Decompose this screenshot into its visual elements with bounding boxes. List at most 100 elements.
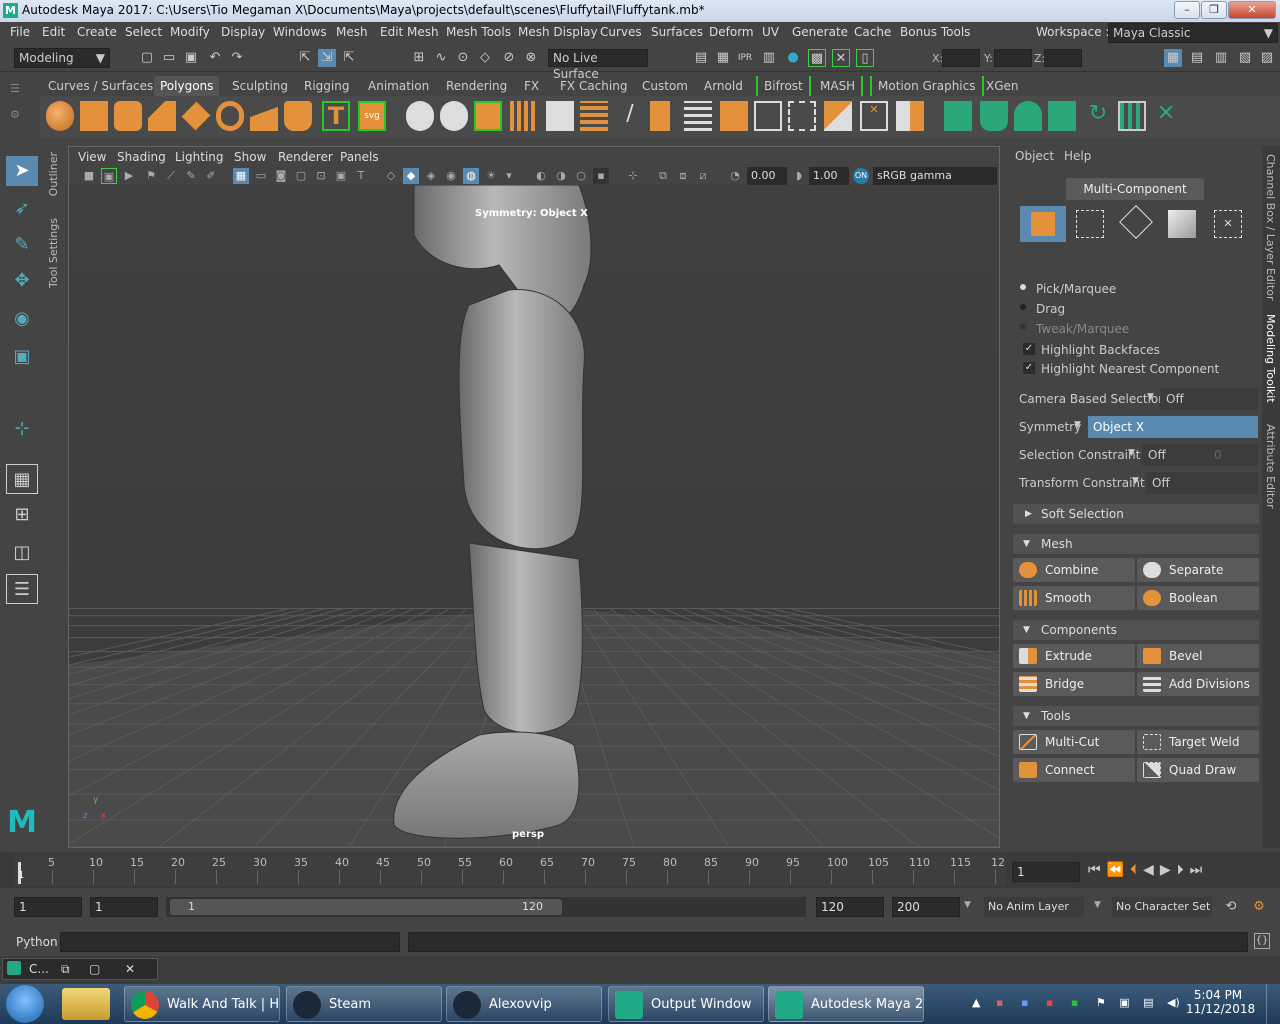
vp-menu-show[interactable]: Show [234,150,266,164]
menu-deform[interactable]: Deform [709,25,754,39]
smooth-shade-icon[interactable]: ◆ [403,168,419,184]
tab-fx[interactable]: FX [518,76,545,96]
snap-live-icon[interactable]: ⊗ [522,49,540,67]
show-desktop-button[interactable] [1266,984,1280,1024]
tab-custom[interactable]: Custom [636,76,694,96]
playback-start-field[interactable]: 1 [90,897,158,917]
clock[interactable]: 5:04 PM 11/12/2018 [1186,988,1255,1016]
outliner-layout-icon[interactable]: ☰ [6,574,38,604]
highlight-nearest-checkbox[interactable]: ✓ [1023,362,1035,374]
tray-app-1-icon[interactable]: ▪ [996,996,1003,1009]
soft-selection-section[interactable]: ▶ Soft Selection [1013,504,1259,524]
face-mode-icon[interactable] [1168,210,1196,238]
tab-curves-surfaces[interactable]: Curves / Surfaces [42,76,159,96]
menu-generate[interactable]: Generate [792,25,848,39]
channel-box-toggle-icon[interactable]: ▧ [1236,49,1254,67]
separate-button[interactable]: Separate [1137,558,1259,582]
smooth-shelf-icon[interactable] [510,101,538,131]
current-frame-field[interactable]: 1 [1012,862,1080,882]
menu-create[interactable]: Create [77,25,117,39]
snap-curve-icon[interactable]: ∿ [432,49,450,67]
tray-app-4-icon[interactable]: ▪ [1071,996,1078,1009]
add-divisions-button[interactable]: Add Divisions [1137,672,1259,696]
tab-sculpting[interactable]: Sculpting [226,76,294,96]
taskbar-maya[interactable]: Autodesk Maya 2... [768,986,924,1022]
character-set-dropdown-icon[interactable]: ▼ [1094,900,1101,910]
gamma-icon[interactable]: ◗ [791,168,807,184]
xray-icon[interactable]: ◐ [533,168,549,184]
menu-uv[interactable]: UV [762,25,779,39]
menu-modify[interactable]: Modify [170,25,210,39]
add-divisions-shelf-icon[interactable] [684,101,712,131]
uv-layout-shelf-icon[interactable]: ✕ [1152,101,1180,131]
default-lighting-icon[interactable]: ◍ [463,168,479,184]
vp-menu-panels[interactable]: Panels [340,150,379,164]
play-backwards-icon[interactable]: ◀ [1143,862,1160,878]
poly-torus-icon[interactable] [216,101,244,131]
bridge-shelf-icon[interactable] [580,101,608,131]
tab-motion-graphics[interactable]: Motion Graphics [870,76,984,96]
undo-icon[interactable]: ↶ [206,49,224,67]
edge-mode-icon[interactable] [1119,205,1153,239]
start-button-icon[interactable] [6,985,44,1023]
wireframe-on-shaded-icon[interactable]: ◈ [423,168,439,184]
network-icon[interactable]: ▤ [1143,996,1153,1009]
menu-windows[interactable]: Windows [273,25,327,39]
python-label[interactable]: Python [16,935,58,949]
script-editor-icon[interactable]: {} [1254,933,1270,949]
maximize-button[interactable]: ❐ [1201,1,1227,19]
selection-constraint-dropdown-icon[interactable]: ▼ [1128,448,1135,458]
uv-mode-icon[interactable]: ✕ [1214,210,1242,238]
uv-cylindrical-shelf-icon[interactable] [980,101,1008,131]
x-field[interactable] [942,49,980,67]
outliner-toggle-icon[interactable]: ▨ [1258,49,1276,67]
volume-icon[interactable]: ◀) [1167,996,1180,1009]
bridge-button[interactable]: Bridge [1013,672,1135,696]
minimized-window[interactable]: C... ⧉ ▢ ✕ [2,958,158,980]
ipr-render-icon[interactable]: IPR [736,49,754,67]
symmetry-value[interactable]: Object X [1088,416,1258,438]
quad-draw-shelf-icon[interactable] [788,101,816,131]
components-section[interactable]: ▼ Components [1013,620,1259,640]
uv-cut-sew-shelf-icon[interactable]: ↻ [1084,101,1112,131]
image-plane-icon[interactable]: ⚑ [143,168,159,184]
transform-constraint-dropdown-icon[interactable]: ▼ [1132,476,1139,486]
tab-mash[interactable]: MASH [814,76,864,96]
shelf-menu-icon[interactable]: ☰ ⚙ [10,82,30,132]
symmetry-dropdown-icon[interactable]: ▼ [1074,420,1081,430]
command-input[interactable] [60,932,400,952]
safe-action-icon[interactable]: ▣ [333,168,349,184]
poly-pyramid-icon[interactable] [250,101,278,131]
menu-edit[interactable]: Edit [42,25,65,39]
tray-app-3-icon[interactable]: ▪ [1046,996,1053,1009]
combine-button[interactable]: Combine [1013,558,1135,582]
last-tool-icon[interactable]: ⊹ [6,414,38,444]
film-gate-icon[interactable]: ▭ [253,168,269,184]
poly-cube-icon[interactable] [80,101,108,131]
animation-end-field[interactable]: 200 [892,897,960,917]
multi-component-button[interactable]: Multi-Component [1066,178,1204,200]
tray-device-icon[interactable]: ▣ [1119,996,1129,1009]
bookmark-icon[interactable]: ▶ [121,168,137,184]
fill-hole-shelf-icon[interactable] [896,101,924,131]
pick-marquee-radio[interactable] [1020,284,1026,290]
exposure-icon[interactable]: ◔ [727,168,743,184]
tools-section[interactable]: ▼ Tools [1013,706,1259,726]
action-center-flag-icon[interactable]: ⚑ [1096,996,1106,1009]
separate-shelf-icon[interactable] [440,101,468,131]
mtk-menu-help[interactable]: Help [1064,149,1091,163]
tab-rendering[interactable]: Rendering [440,76,513,96]
taskbar-output-window[interactable]: Output Window [608,986,764,1022]
mesh-section[interactable]: ▼ Mesh [1013,534,1259,554]
anti-aliasing-icon[interactable]: ⧈ [675,168,691,184]
exposure-field[interactable]: 0.00 [747,167,787,185]
tool-settings-toggle-icon[interactable]: ▥ [1212,49,1230,67]
menu-file[interactable]: File [10,25,30,39]
poly-svg-icon[interactable]: svg [358,101,386,131]
camera-based-selection-value[interactable]: Off [1160,388,1258,410]
snap-point-icon[interactable]: ⊙ [454,49,472,67]
uv-spherical-shelf-icon[interactable] [1014,101,1042,131]
gamma-field[interactable]: 1.00 [809,167,849,185]
motion-blur-icon[interactable]: ⧉ [655,168,671,184]
uv-editor-shelf-icon[interactable] [1118,101,1146,131]
